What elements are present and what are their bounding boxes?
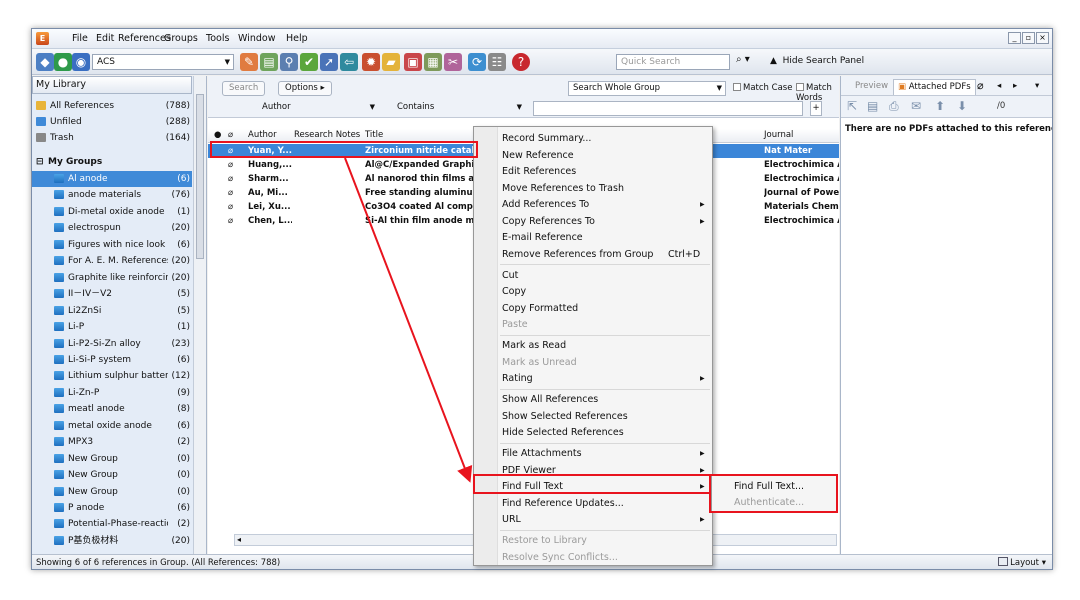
annotation-arrow bbox=[344, 157, 473, 483]
annotation-arrow-line bbox=[344, 157, 473, 483]
